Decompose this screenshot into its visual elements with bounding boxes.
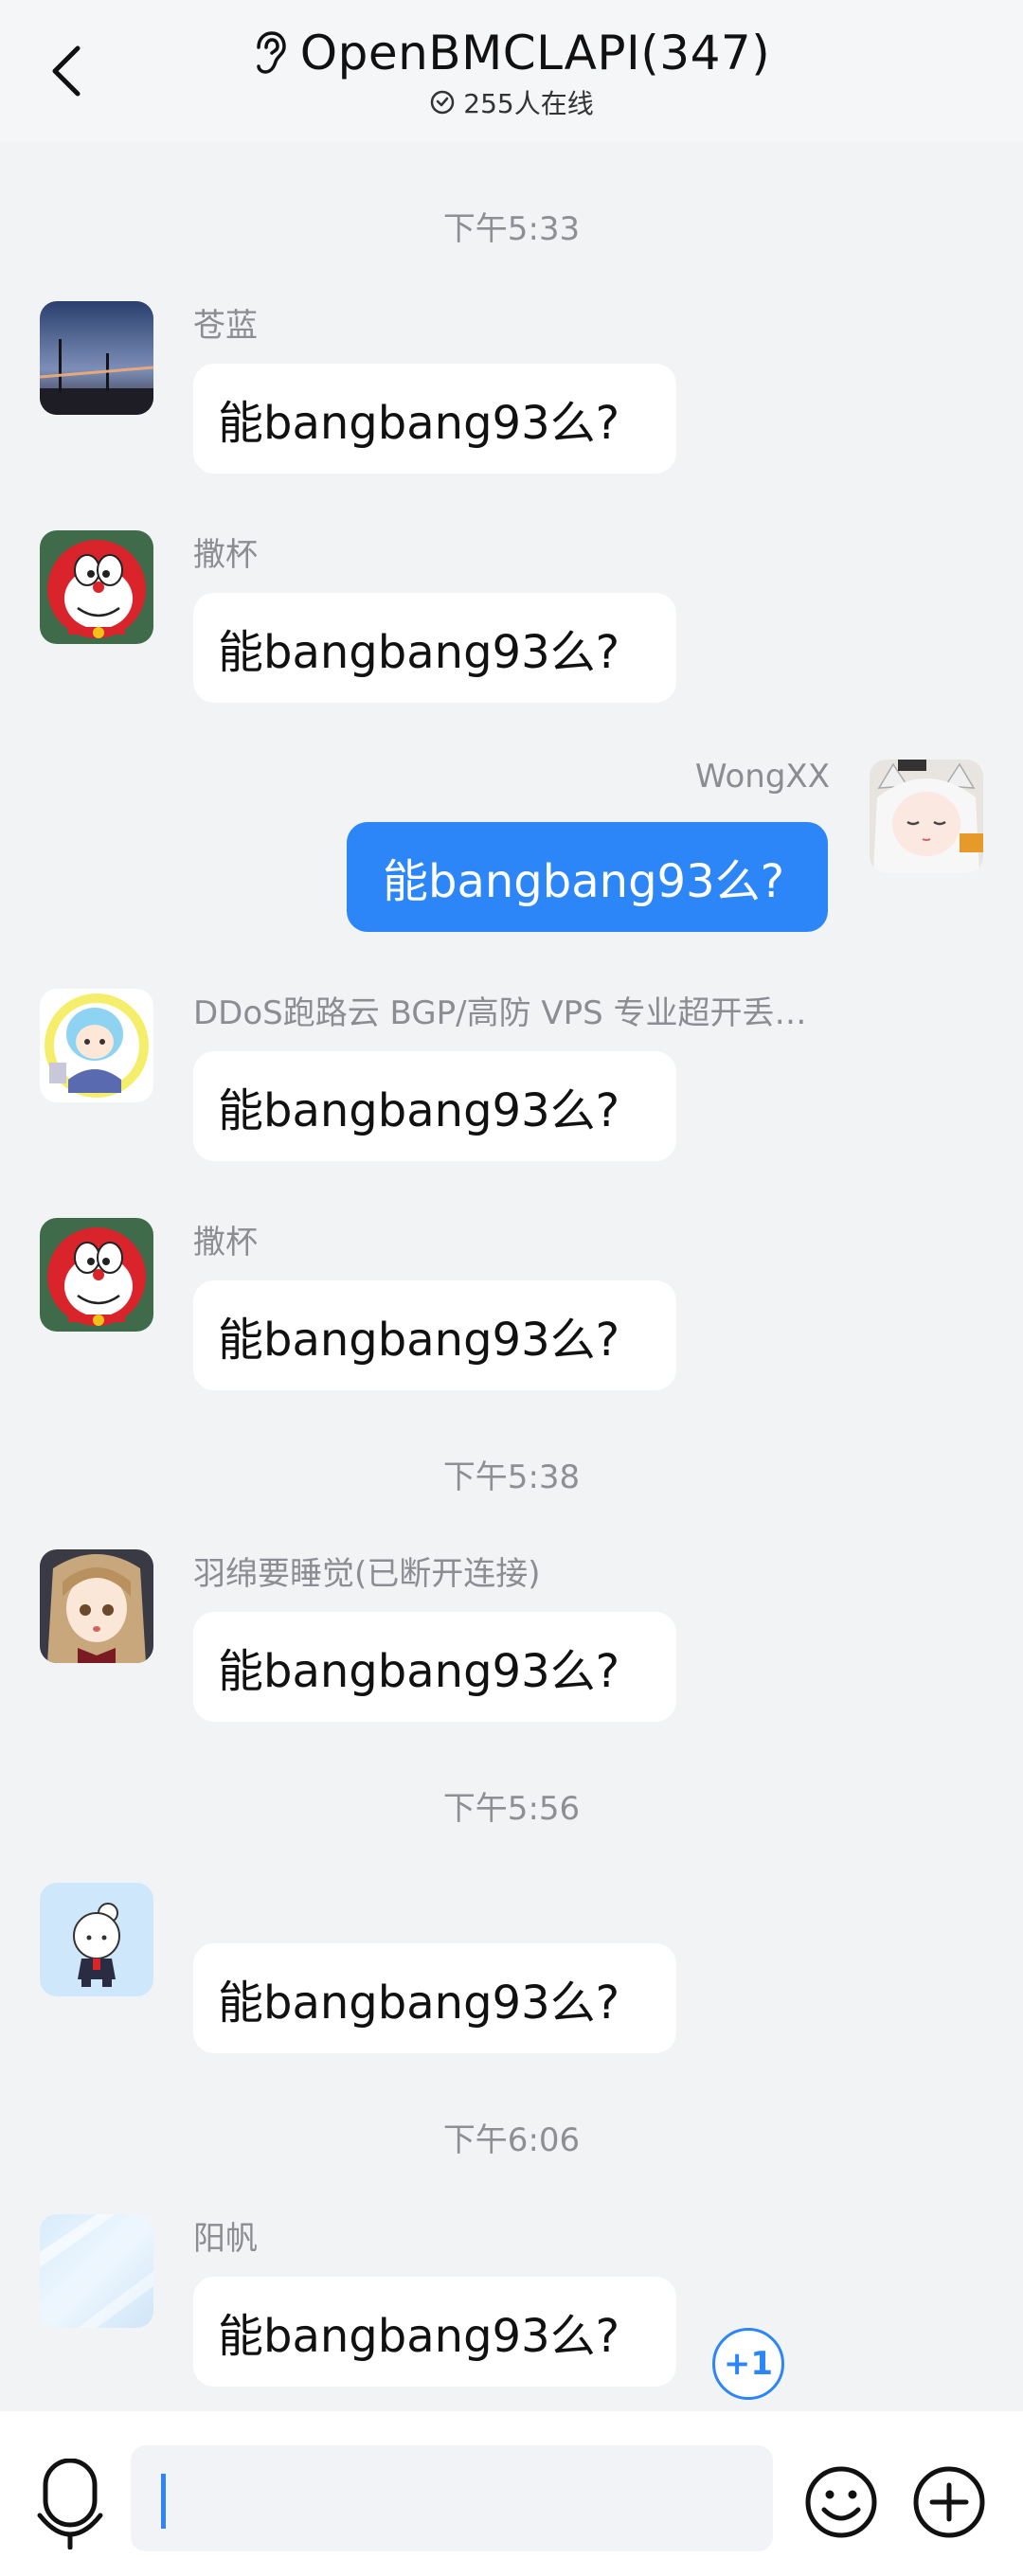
emoji-button[interactable] xyxy=(803,2464,879,2540)
avatar-self[interactable] xyxy=(870,760,983,873)
timestamp: 下午6:06 xyxy=(442,2121,581,2159)
voice-button[interactable] xyxy=(34,2458,106,2550)
avatar[interactable] xyxy=(40,1218,153,1332)
text-cursor xyxy=(161,2474,166,2529)
chat-title-row[interactable]: OpenBMCLAPI(347) xyxy=(0,23,1023,83)
chat-header: OpenBMCLAPI(347) 255人在线 xyxy=(0,0,1023,142)
online-status: 255人在线 xyxy=(0,83,1023,121)
timestamp: 下午5:38 xyxy=(442,1458,581,1496)
more-button[interactable] xyxy=(911,2464,987,2540)
avatar[interactable] xyxy=(40,1549,153,1663)
avatar[interactable] xyxy=(40,989,153,1102)
input-bar xyxy=(0,2411,1023,2576)
chat-title: OpenBMCLAPI(347) xyxy=(299,26,771,80)
avatar[interactable] xyxy=(40,1883,153,1996)
message-input[interactable] xyxy=(131,2445,773,2551)
check-circle-icon xyxy=(431,90,455,115)
timestamp: 下午5:33 xyxy=(442,210,581,248)
message-bubble-self[interactable]: 能bangbang93么? xyxy=(347,822,828,932)
sender-name: 羽绵要睡觉(已断开连接) xyxy=(193,1555,541,1593)
chat-screen: OpenBMCLAPI(347) 255人在线 下午5:33 苍蓝 能bangb… xyxy=(0,0,1023,2576)
avatar[interactable] xyxy=(40,301,153,415)
sender-name-self: WongXX xyxy=(694,758,830,796)
sender-name: 撒杯 xyxy=(193,1224,258,1261)
message-bubble[interactable]: 能bangbang93么? xyxy=(193,364,676,474)
online-count: 255人在线 xyxy=(463,88,594,119)
timestamp: 下午5:56 xyxy=(442,1790,581,1828)
microphone-icon xyxy=(37,2458,103,2550)
sender-name: 阳帆 xyxy=(193,2220,258,2258)
ear-icon xyxy=(257,31,286,74)
message-bubble[interactable]: 能bangbang93么? xyxy=(193,1280,676,1390)
avatar[interactable] xyxy=(40,530,153,644)
smiley-icon xyxy=(805,2466,877,2538)
avatar[interactable] xyxy=(40,2214,153,2328)
sender-name: 撒杯 xyxy=(193,536,258,574)
plus-circle-icon xyxy=(913,2466,985,2538)
sender-name: DDoS跑路云 BGP/高防 VPS 专业超开丢… xyxy=(193,994,807,1032)
message-bubble[interactable]: 能bangbang93么? xyxy=(193,1943,676,2053)
message-bubble[interactable]: 能bangbang93么? xyxy=(193,1051,676,1161)
message-bubble[interactable]: 能bangbang93么? xyxy=(193,2277,676,2387)
sender-name: 苍蓝 xyxy=(193,307,258,345)
message-bubble[interactable]: 能bangbang93么? xyxy=(193,593,676,703)
plus-one-button[interactable]: +1 xyxy=(712,2328,784,2400)
message-bubble[interactable]: 能bangbang93么? xyxy=(193,1612,676,1722)
